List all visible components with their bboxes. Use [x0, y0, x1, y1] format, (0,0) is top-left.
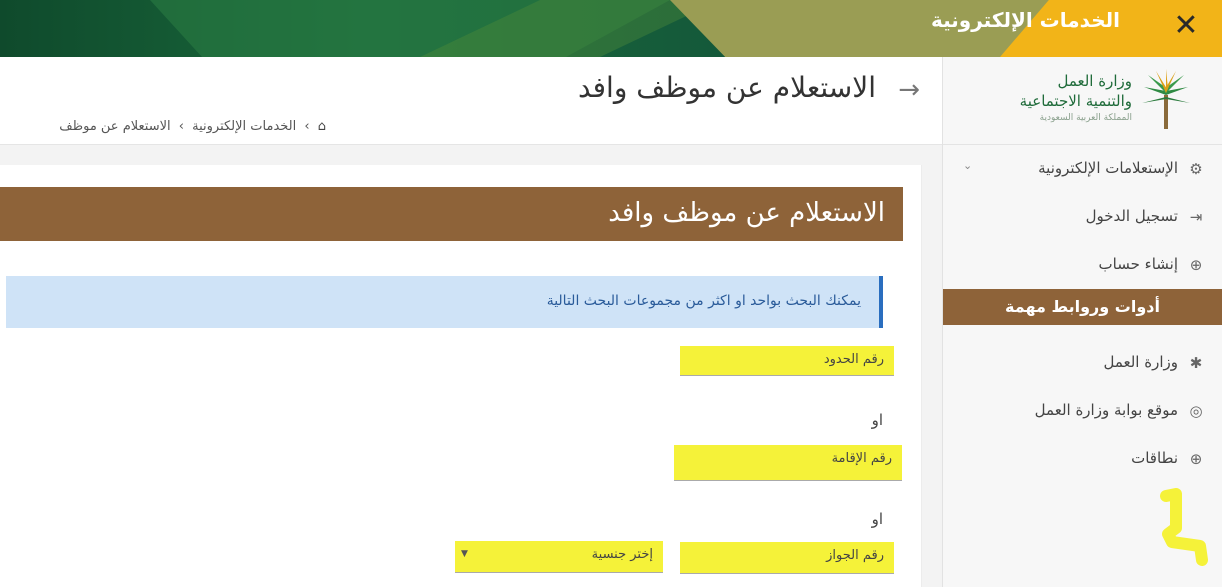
sidebar-item-register[interactable]: ⊕ إنشاء حساب [943, 241, 1222, 289]
sidebar-link-nitaqat[interactable]: ⊕ نطاقات [943, 435, 1222, 483]
breadcrumb-item[interactable]: الخدمات الإلكترونية [192, 119, 296, 134]
banner-title: الخدمات الإلكترونية [930, 8, 1120, 32]
sidebar-link-label: موقع بوابة وزارة العمل [1034, 401, 1178, 419]
sidebar-heading: أدوات وروابط مهمة [943, 289, 1222, 325]
sidebar-link-label: نطاقات [1131, 449, 1178, 467]
border-number-input[interactable]: رقم الحدود [680, 346, 894, 376]
gears-icon: ⚙ [1189, 160, 1203, 178]
logo-text: وزارة العمل والتنمية الاجتماعية المملكة … [1020, 71, 1132, 123]
or-label: او [871, 510, 883, 528]
sidebar-link-portal[interactable]: ◎ موقع بوابة وزارة العمل [943, 387, 1222, 435]
nationality-select-value: إختر جنسية [591, 547, 653, 562]
top-banner: الخدمات الإلكترونية ✕ [0, 0, 1222, 57]
logo-line3: المملكة العربية السعودية [1039, 113, 1132, 123]
logo-line2: والتنمية الاجتماعية [1019, 92, 1132, 110]
passport-number-input[interactable]: رقم الجواز [680, 542, 894, 574]
sidebar-item-inquiries[interactable]: ⚙ الإستعلامات الإلكترونية ⌄ [943, 145, 1222, 193]
sign-in-icon: ⇥ [1189, 208, 1203, 226]
sidebar-item-label: الإستعلامات الإلكترونية [1038, 159, 1178, 177]
sidebar-link-label: وزارة العمل [1103, 353, 1178, 371]
page-header: → الاستعلام عن موظف وافد ⌂ › الخدمات الإ… [0, 57, 942, 145]
palm-logo-icon [1142, 69, 1190, 129]
ministry-logo[interactable]: وزارة العمل والتنمية الاجتماعية المملكة … [943, 57, 1222, 145]
breadcrumb: ⌂ › الخدمات الإلكترونية › الاستعلام عن م… [55, 119, 326, 134]
globe-icon: ◎ [1189, 402, 1203, 420]
sidebar-item-label: تسجيل الدخول [1085, 207, 1178, 225]
content-card: الاستعلام عن موظف وافد يمكنك البحث بواحد… [0, 165, 922, 587]
or-label: او [871, 411, 883, 429]
yellow-scribble [1160, 488, 1208, 566]
palm-icon: ✱ [1189, 354, 1203, 372]
home-icon[interactable]: ⌂ [318, 119, 326, 134]
caret-down-icon: ▼ [461, 549, 468, 559]
sidebar-item-login[interactable]: ⇥ تسجيل الدخول [943, 193, 1222, 241]
info-notice: يمكنك البحث بواحد او اكثر من مجموعات الب… [6, 276, 883, 328]
close-icon[interactable]: ✕ [1168, 8, 1204, 44]
page-title: الاستعلام عن موظف وافد [577, 71, 876, 104]
breadcrumb-item[interactable]: الاستعلام عن موظف [59, 119, 170, 134]
sidebar-item-label: إنشاء حساب [1098, 255, 1178, 273]
logo-line1: وزارة العمل [1057, 72, 1132, 90]
plus-circle-icon: ⊕ [1189, 256, 1203, 274]
sidebar-link-ministry[interactable]: ✱ وزارة العمل [943, 339, 1222, 387]
nationality-select[interactable]: إختر جنسية ▼ [455, 541, 663, 573]
plus-circle-icon: ⊕ [1189, 450, 1203, 468]
chevron-down-icon[interactable]: ⌄ [963, 159, 972, 172]
back-arrow-icon[interactable]: → [898, 75, 920, 105]
iqama-number-input[interactable]: رقم الإقامة [674, 445, 902, 481]
breadcrumb-separator: › [304, 119, 310, 134]
breadcrumb-separator: › [178, 119, 184, 134]
card-title: الاستعلام عن موظف وافد [0, 187, 903, 241]
